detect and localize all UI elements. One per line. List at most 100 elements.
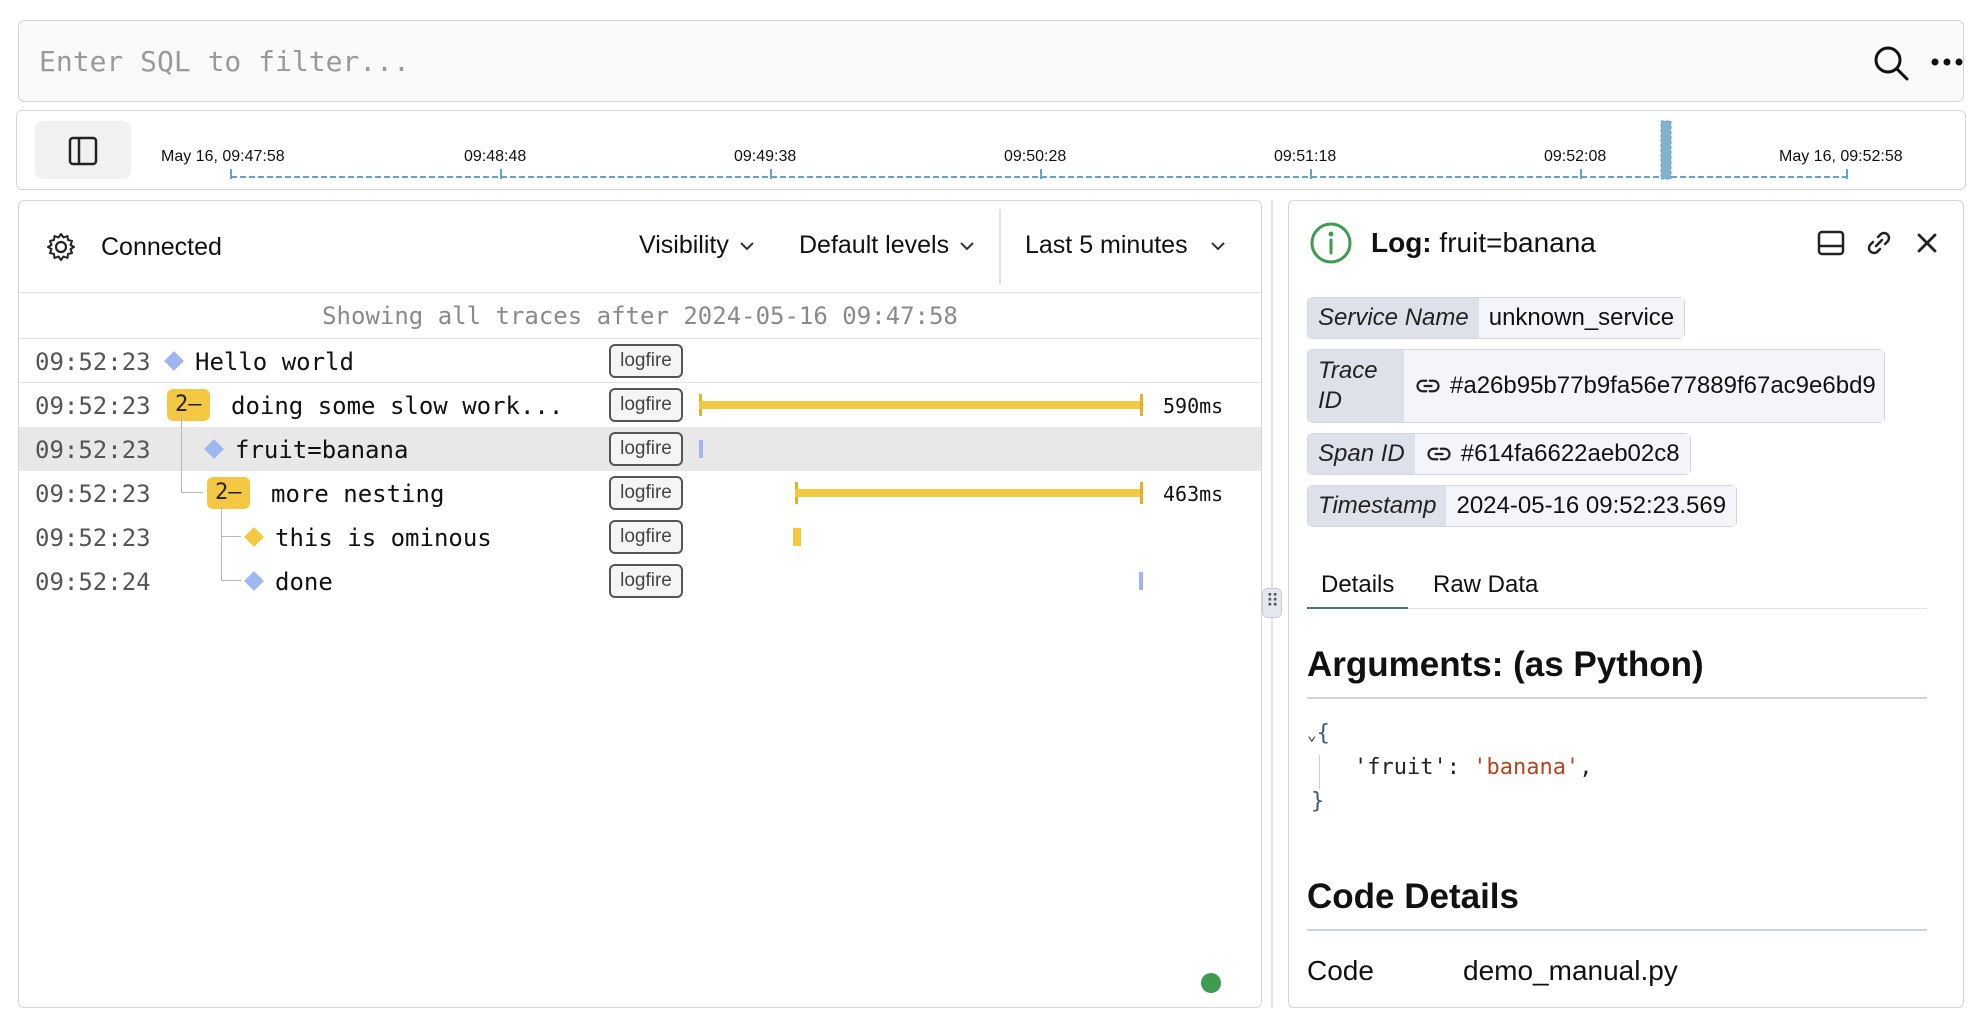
panel-layout-icon[interactable] [1815, 227, 1847, 259]
timeline-tick-label: 09:51:18 [1274, 148, 1336, 165]
attribute-value-wrap: #a26b95b77b9fa56e77889f67ac9e6bd9 [1404, 350, 1884, 422]
log-marker [1139, 572, 1143, 590]
tree-connector [221, 537, 241, 581]
span-duration-bar [699, 401, 1143, 409]
timeline[interactable]: May 16, 09:47:58 09:48:48 09:49:38 09:50… [16, 110, 1966, 190]
warning-diamond-icon [244, 527, 264, 547]
resize-handle[interactable] [1262, 588, 1282, 618]
code-label: Code [1307, 955, 1374, 986]
child-count-badge[interactable]: 2– [207, 477, 250, 509]
sql-filter-input[interactable] [39, 39, 1799, 83]
trace-row[interactable]: 09:52:24 done logfire [19, 537, 1261, 603]
log-marker [793, 528, 801, 546]
argument-key: 'fruit' [1354, 755, 1447, 780]
row-message: this is ominous [275, 524, 492, 552]
detail-tabs: Details Raw Data [1307, 565, 1927, 609]
span-bar-end [1140, 394, 1143, 416]
trace-row[interactable]: 09:52:23 Hello world logfire [19, 339, 1261, 383]
code-colon: : [1446, 755, 1460, 780]
timeline-axis: May 16, 09:47:58 09:48:48 09:49:38 09:50… [161, 120, 1903, 180]
live-view-header: Connected Visibility Default levels Last… [19, 201, 1261, 293]
scope-tag: logfire [609, 388, 683, 422]
detail-title-prefix: Log: [1371, 227, 1432, 258]
attribute-value: unknown_service [1478, 298, 1685, 338]
link-icon[interactable] [1863, 227, 1895, 259]
attribute-value: #614fa6622aeb02c8 [1460, 440, 1680, 467]
trace-row[interactable]: 09:52:23 2– doing some slow work... logf… [19, 383, 1261, 427]
tree-connector [221, 507, 241, 537]
collapse-chevron-icon[interactable]: ⌄ [1307, 725, 1317, 744]
row-message: done [275, 568, 333, 596]
visibility-label: Visibility [639, 231, 729, 259]
tab-raw-data[interactable]: Raw Data [1419, 571, 1552, 609]
span-duration-bar [795, 489, 1143, 497]
code-file: demo_manual.py [1463, 955, 1678, 986]
attribute-key: Span ID [1308, 434, 1415, 474]
row-message: more nesting [271, 480, 445, 508]
timeline-tick-label: May 16, 09:52:58 [1779, 148, 1903, 165]
timeline-tick-label: 09:48:48 [464, 148, 526, 165]
child-count-badge[interactable]: 2– [167, 389, 210, 421]
chevron-down-icon [960, 241, 974, 250]
visibility-dropdown[interactable]: Visibility [639, 231, 757, 260]
row-timestamp: 09:52:24 [35, 568, 151, 596]
levels-dropdown[interactable]: Default levels [799, 231, 977, 260]
timeline-tick-label: May 16, 09:47:58 [161, 148, 285, 165]
search-icon[interactable] [1871, 43, 1911, 83]
log-diamond-icon [164, 351, 184, 371]
span-bar-end [1140, 482, 1143, 504]
code-details-heading: Code Details [1307, 877, 1519, 916]
attribute-key-line: Trace [1318, 357, 1378, 384]
live-status-indicator [1201, 973, 1221, 993]
arguments-code: ⌄{ 'fruit': 'banana', } [1307, 721, 1592, 823]
close-icon[interactable] [1911, 227, 1943, 259]
attribute-value: #a26b95b77b9fa56e77889f67ac9e6bd9 [1450, 372, 1876, 399]
trace-row-selected[interactable]: 09:52:23 fruit=banana logfire [19, 415, 1261, 471]
row-message: Hello world [195, 348, 354, 376]
time-range-label: Last 5 minutes [1025, 231, 1188, 259]
span-duration: 463ms [1163, 482, 1224, 506]
connection-status: Connected [101, 233, 222, 261]
tab-details[interactable]: Details [1307, 571, 1409, 609]
more-options-icon[interactable] [1927, 47, 1967, 77]
scope-tag: logfire [609, 344, 683, 378]
row-timestamp: 09:52:23 [35, 436, 151, 464]
log-diamond-icon [244, 571, 264, 591]
header-divider [999, 209, 1001, 285]
live-view-panel: Connected Visibility Default levels Last… [18, 200, 1262, 1008]
row-timestamp: 09:52:23 [35, 392, 151, 420]
trace-row[interactable]: 09:52:23 this is ominous logfire [19, 507, 1261, 559]
attribute-key: Timestamp [1308, 486, 1447, 526]
row-message: doing some slow work... [231, 392, 564, 420]
scope-tag: logfire [609, 432, 683, 466]
traces-info: Showing all traces after 2024-05-16 09:4… [19, 293, 1261, 339]
attribute-trace-id[interactable]: Trace ID #a26b95b77b9fa56e77889f67ac9e6b… [1307, 349, 1885, 423]
scope-tag: logfire [609, 564, 683, 598]
section-divider [1307, 697, 1927, 699]
time-range-dropdown[interactable]: Last 5 minutes [1025, 231, 1228, 260]
attribute-span-id[interactable]: Span ID #614fa6622aeb02c8 [1307, 433, 1691, 475]
link-icon [1427, 447, 1451, 461]
attribute-key: Trace ID [1308, 350, 1404, 422]
info-icon [1310, 222, 1352, 264]
tree-connector [181, 427, 203, 493]
gear-icon[interactable] [45, 231, 77, 263]
attribute-timestamp: Timestamp 2024-05-16 09:52:23.569 [1307, 485, 1738, 527]
detail-title-text: fruit=banana [1439, 227, 1596, 258]
row-timestamp: 09:52:23 [35, 480, 151, 508]
row-timestamp: 09:52:23 [35, 348, 151, 376]
chevron-down-icon [1210, 241, 1225, 250]
row-message: fruit=banana [235, 436, 409, 464]
sql-filter-bar [18, 20, 1964, 102]
code-comma: , [1579, 755, 1593, 780]
argument-value: 'banana' [1473, 755, 1580, 780]
code-close-brace: } [1311, 789, 1325, 814]
detail-panel: Log: fruit=banana Service Name unknown_s… [1288, 200, 1964, 1008]
row-timestamp: 09:52:23 [35, 524, 151, 552]
trace-row[interactable]: 09:52:23 2– more nesting logfire 463ms [19, 427, 1261, 515]
scope-tag: logfire [609, 476, 683, 510]
tree-connector [181, 415, 182, 427]
timeline-tick-label: 09:50:28 [1004, 148, 1066, 165]
chevron-down-icon [740, 241, 754, 250]
timeline-tick-label: 09:52:08 [1544, 148, 1606, 165]
